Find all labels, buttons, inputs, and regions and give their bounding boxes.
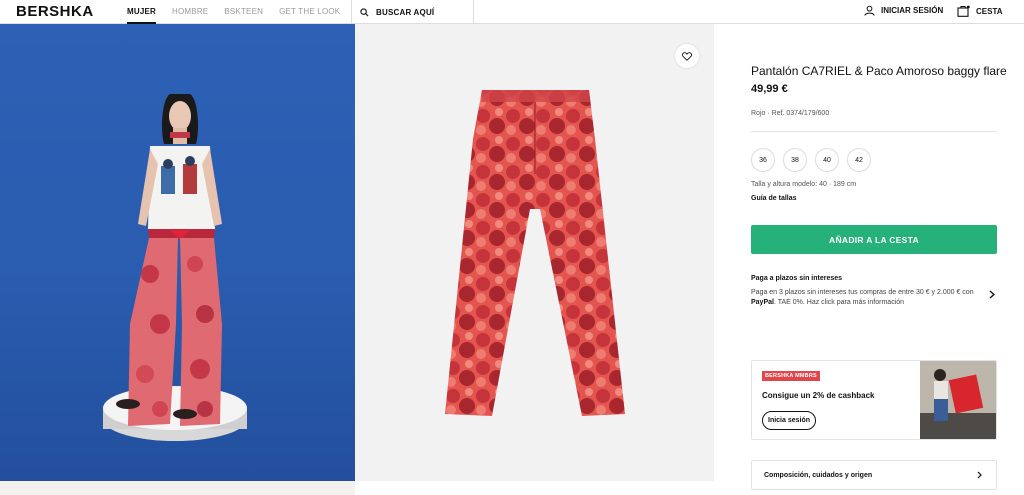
paypal-brand: PayPal — [751, 299, 774, 306]
chevron-right-icon — [977, 471, 982, 479]
members-badge: BERSHKA MMBRS — [762, 371, 820, 381]
model-size-info: Talla y altura modelo: 40 · 189 cm — [751, 181, 857, 188]
heart-icon — [682, 51, 692, 61]
composition-label: Composición, cuidados y origen — [764, 471, 873, 479]
divider — [751, 131, 997, 132]
size-option-40[interactable]: 40 — [815, 148, 839, 172]
members-promo-card: BERSHKA MMBRS Consigue un 2% de cashback… — [751, 360, 997, 440]
composition-care-row[interactable]: Composición, cuidados y origen — [751, 460, 997, 490]
product-title: Pantalón CA7RIEL & Paco Amoroso baggy fl… — [751, 64, 1007, 78]
size-option-42[interactable]: 42 — [847, 148, 871, 172]
product-reference: Rojo · Ref. 0374/179/600 — [751, 110, 830, 117]
page-bottom-strip — [0, 481, 355, 495]
search-icon — [360, 7, 369, 16]
pants-illustration — [445, 90, 625, 416]
login-label: INICIAR SESIÓN — [881, 6, 944, 15]
chevron-right-icon — [989, 290, 995, 299]
user-icon — [864, 5, 875, 16]
cashback-text: Consigue un 2% de cashback — [762, 391, 875, 400]
main-nav: MUJER HOMBRE BSKTEEN GET THE LOOK — [127, 0, 340, 24]
login-button[interactable]: INICIAR SESIÓN — [864, 5, 943, 16]
top-header: BERSHKA MUJER HOMBRE BSKTEEN GET THE LOO… — [0, 0, 1024, 24]
product-info-panel: Pantalón CA7RIEL & Paco Amoroso baggy fl… — [714, 24, 1024, 495]
size-selector: 36 38 40 42 — [751, 148, 871, 172]
nav-item-mujer[interactable]: MUJER — [127, 0, 157, 24]
search-label: BUSCAR AQUÍ — [376, 7, 435, 17]
promo-image — [920, 361, 996, 439]
product-price: 49,99 € — [751, 83, 788, 95]
size-option-36[interactable]: 36 — [751, 148, 775, 172]
size-guide-link[interactable]: Guía de tallas — [751, 195, 797, 202]
favorite-button[interactable] — [675, 44, 699, 68]
product-photo[interactable] — [355, 24, 714, 481]
bag-icon — [957, 5, 970, 17]
promo-login-button[interactable]: Inicia sesión — [762, 411, 817, 430]
cart-button[interactable]: CESTA — [957, 5, 1003, 17]
cart-label: CESTA — [976, 6, 1003, 16]
installments-text: Paga en 3 plazos sin intereses tus compr… — [751, 289, 974, 306]
model-photo[interactable] — [0, 24, 355, 481]
nav-item-get-the-look[interactable]: GET THE LOOK — [279, 0, 340, 24]
search-bar[interactable]: BUSCAR AQUÍ — [351, 0, 474, 24]
nav-item-hombre[interactable]: HOMBRE — [172, 0, 208, 24]
nav-item-bskteen[interactable]: BSKTEEN — [224, 0, 263, 24]
installments-info[interactable]: Paga a plazos sin intereses Paga en 3 pl… — [751, 275, 997, 308]
add-to-cart-button[interactable]: AÑADIR A LA CESTA — [751, 225, 997, 254]
installments-title: Paga a plazos sin intereses — [751, 275, 843, 282]
size-option-38[interactable]: 38 — [783, 148, 807, 172]
brand-logo[interactable]: BERSHKA — [16, 3, 94, 20]
model-illustration — [103, 94, 247, 441]
